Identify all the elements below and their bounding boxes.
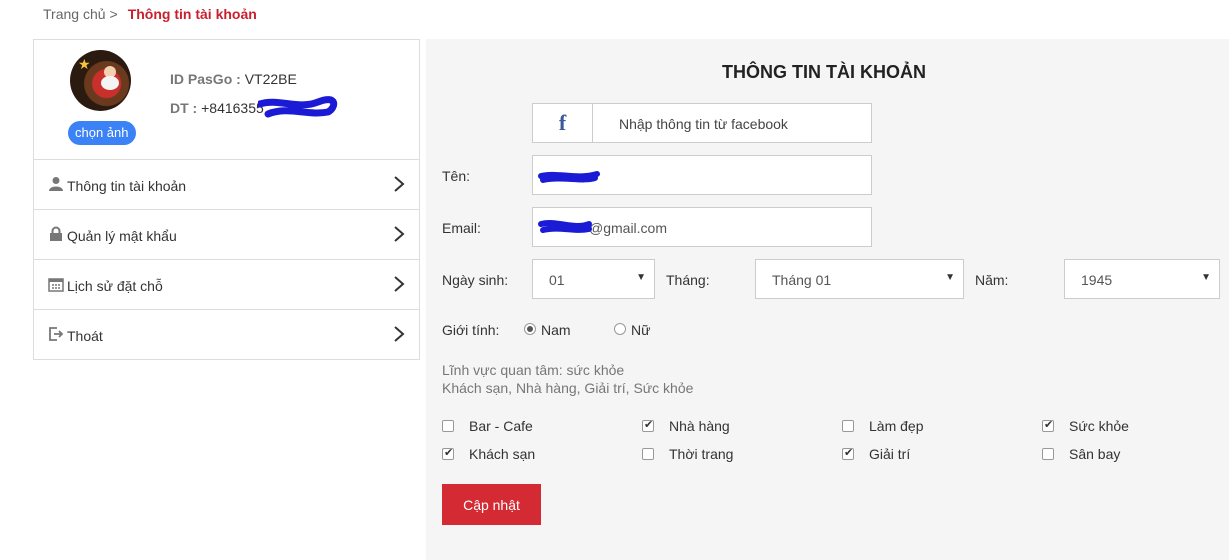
gender-female-radio[interactable] — [614, 323, 626, 335]
chevron-right-icon — [394, 326, 405, 342]
chevron-right-icon — [394, 176, 405, 192]
interest-checkbox-suc-khoe[interactable] — [1042, 418, 1054, 432]
account-sidebar: ★ chọn ảnh ID PasGo : VT22BE DT : +84163… — [33, 39, 420, 360]
gender-female-label: Nữ — [631, 322, 651, 338]
star-icon: ★ — [78, 56, 91, 72]
profile-card: ★ chọn ảnh ID PasGo : VT22BE DT : +84163… — [34, 40, 419, 160]
year-label: Năm: — [975, 272, 1009, 288]
gender-label: Giới tính: — [442, 322, 500, 338]
breadcrumb-home[interactable]: Trang chủ — [43, 6, 106, 22]
interest-label: Thời trang — [669, 446, 734, 462]
avatar: ★ — [70, 50, 131, 111]
phone-label: DT : — [170, 100, 198, 116]
interest-label: Giải trí — [869, 446, 911, 462]
year-value: 1945 — [1081, 272, 1113, 288]
sidebar-item-label: Thoát — [67, 328, 103, 344]
sidebar-item-password[interactable]: Quản lý mật khẩu — [34, 210, 419, 260]
name-field[interactable] — [532, 155, 872, 195]
breadcrumb-current: Thông tin tài khoản — [127, 6, 257, 22]
phone-value: +8416355 — [201, 100, 264, 116]
logout-icon — [49, 327, 64, 341]
interest-label: Sức khỏe — [1069, 418, 1129, 434]
facebook-icon: f — [533, 104, 593, 142]
interest-checkbox-thoi-trang[interactable] — [642, 448, 654, 460]
chevron-right-icon — [394, 226, 405, 242]
interest-checkbox-lam-dep[interactable] — [842, 420, 854, 432]
lock-icon — [50, 226, 62, 241]
dob-label: Ngày sinh: — [442, 272, 509, 288]
year-select[interactable]: 1945 ▼ — [1064, 259, 1220, 299]
choose-photo-button[interactable]: chọn ảnh — [68, 121, 136, 145]
interest-checkbox-giai-tri[interactable] — [842, 446, 854, 460]
interest-checkbox-khach-san[interactable] — [442, 446, 454, 460]
interest-label: Bar - Cafe — [469, 418, 533, 434]
id-value: VT22BE — [244, 71, 297, 87]
calendar-icon — [48, 278, 64, 292]
id-label: ID PasGo : — [170, 71, 241, 87]
facebook-import-label: Nhập thông tin từ facebook — [619, 116, 788, 132]
email-field[interactable]: @gmail.com — [532, 207, 872, 247]
sidebar-item-label: Quản lý mật khẩu — [67, 228, 177, 244]
interest-checkbox-san-bay[interactable] — [1042, 448, 1054, 460]
chevron-right-icon — [394, 276, 405, 292]
caret-down-icon: ▼ — [1201, 272, 1211, 283]
month-value: Tháng 01 — [772, 272, 832, 288]
gender-male-label: Nam — [541, 322, 571, 338]
redaction-scribble — [538, 220, 592, 233]
name-label: Tên: — [442, 168, 471, 184]
page-title: THÔNG TIN TÀI KHOẢN — [722, 62, 926, 82]
sidebar-item-label: Thông tin tài khoản — [67, 178, 187, 194]
interest-checkbox-nha-hang[interactable] — [642, 418, 654, 432]
interest-checkbox-bar-cafe[interactable] — [442, 420, 454, 432]
month-label: Tháng: — [666, 272, 710, 288]
email-label: Email: — [442, 220, 481, 236]
interest-label: Sân bay — [1069, 446, 1121, 462]
avatar-beard — [101, 76, 119, 90]
sidebar-item-logout[interactable]: Thoát — [34, 310, 419, 360]
user-icon — [49, 177, 63, 191]
sidebar-item-booking-history[interactable]: Lịch sử đặt chỗ — [34, 260, 419, 310]
email-value: @gmail.com — [589, 220, 668, 236]
account-form-panel: THÔNG TIN TÀI KHOẢN f Nhập thông tin từ … — [426, 39, 1229, 560]
breadcrumb: Trang chủ > Thông tin tài khoản — [43, 6, 257, 22]
gender-male-radio[interactable] — [524, 323, 536, 335]
day-value: 01 — [549, 272, 565, 288]
caret-down-icon: ▼ — [945, 272, 955, 283]
sidebar-item-account-info[interactable]: Thông tin tài khoản — [34, 160, 419, 210]
interest-summary: Lĩnh vực quan tâm: sức khỏe — [442, 362, 625, 378]
day-select[interactable]: 01 ▼ — [532, 259, 655, 299]
facebook-import-button[interactable]: f Nhập thông tin từ facebook — [532, 103, 872, 143]
month-select[interactable]: Tháng 01 ▼ — [755, 259, 964, 299]
update-button[interactable]: Cập nhật — [442, 484, 541, 525]
interest-label: Khách sạn — [469, 446, 536, 462]
interest-label: Nhà hàng — [669, 418, 730, 434]
interest-label: Làm đẹp — [869, 418, 924, 434]
redaction-scribble — [258, 96, 338, 118]
interest-selected-list: Khách sạn, Nhà hàng, Giải trí, Sức khỏe — [442, 380, 694, 396]
redaction-scribble — [538, 171, 600, 183]
caret-down-icon: ▼ — [636, 272, 646, 283]
sidebar-item-label: Lịch sử đặt chỗ — [67, 278, 163, 294]
breadcrumb-separator: > — [109, 6, 118, 22]
